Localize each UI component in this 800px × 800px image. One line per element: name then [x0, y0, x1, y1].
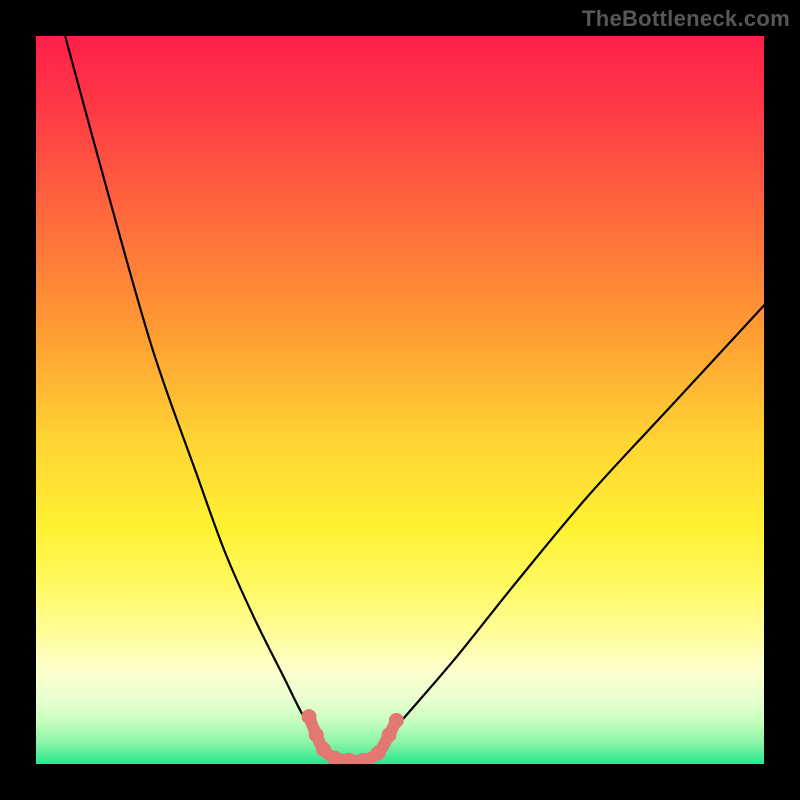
valley-marker: [309, 727, 324, 742]
valley-marker: [382, 727, 397, 742]
valley-marker: [302, 709, 317, 724]
left-branch-line: [65, 36, 316, 735]
right-branch-line: [389, 305, 764, 735]
curve-layer: [36, 36, 764, 764]
plot-area: [36, 36, 764, 764]
valley-marker: [389, 713, 404, 728]
chart-frame: TheBottleneck.com: [0, 0, 800, 800]
watermark-text: TheBottleneck.com: [582, 6, 790, 32]
valley-highlight: [302, 709, 404, 764]
valley-marker: [371, 746, 386, 761]
